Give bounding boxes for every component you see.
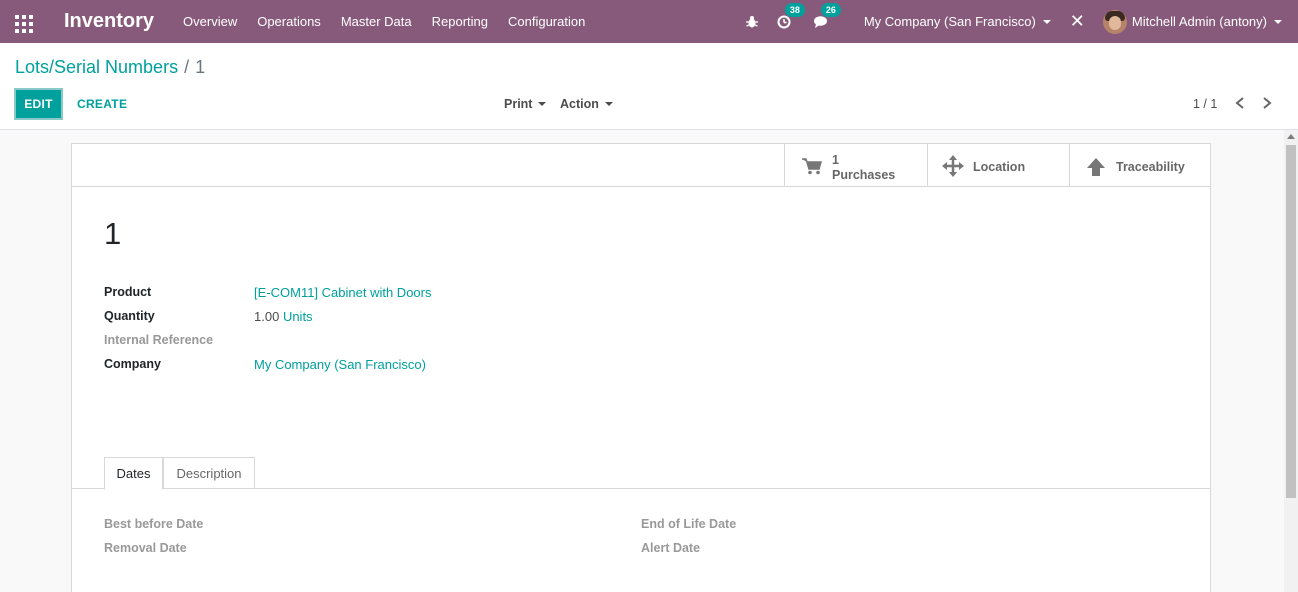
company-link[interactable]: My Company (San Francisco)	[254, 357, 426, 372]
company-switcher[interactable]: My Company (San Francisco)	[864, 14, 1051, 29]
avatar	[1102, 9, 1127, 34]
messaging-button[interactable]: 26	[813, 2, 841, 29]
breadcrumb: Lots/Serial Numbers /1	[15, 57, 205, 78]
print-label: Print	[504, 97, 533, 111]
menu-item-reporting[interactable]: Reporting	[432, 14, 488, 29]
main-menu: Overview Operations Master Data Reportin…	[183, 14, 605, 29]
traceability-label: Traceability	[1116, 160, 1185, 174]
product-label: Product	[104, 285, 152, 299]
top-navbar: Inventory Overview Operations Master Dat…	[0, 0, 1298, 43]
location-label: Location	[973, 160, 1026, 174]
record-title: 1	[104, 216, 122, 251]
end-of-life-date-label: End of Life Date	[641, 517, 737, 531]
quantity-value: 1.00	[254, 309, 280, 324]
menu-item-overview[interactable]: Overview	[183, 14, 237, 29]
user-name: Mitchell Admin (antony)	[1131, 14, 1267, 29]
product-link[interactable]: [E-COM11] Cabinet with Doors	[254, 285, 432, 300]
breadcrumb-current: 1	[195, 57, 206, 77]
company-name: My Company (San Francisco)	[863, 14, 1036, 29]
chevron-down-icon	[604, 102, 613, 106]
cart-icon	[802, 158, 822, 175]
scrollbar[interactable]	[1284, 130, 1298, 592]
activity-count-badge: 38	[784, 2, 805, 17]
form-sheet: 1 Purchases Location Traceability 1 Prod…	[71, 143, 1211, 592]
internal-reference-label: Internal Reference	[104, 333, 214, 347]
quantity-field: 1.00 Units	[254, 309, 313, 324]
tab-description[interactable]: Description	[163, 457, 255, 489]
activity-button[interactable]: 38	[777, 2, 805, 29]
chevron-down-icon	[1042, 19, 1051, 24]
apps-menu-icon[interactable]	[15, 14, 33, 33]
pager-value[interactable]: 1 / 1	[1193, 97, 1217, 111]
smart-button-box: 1 Purchases Location Traceability	[72, 144, 1210, 187]
message-count-badge: 26	[820, 2, 841, 17]
breadcrumb-parent-link[interactable]: Lots/Serial Numbers	[15, 57, 178, 77]
chevron-left-icon[interactable]	[1233, 95, 1247, 111]
close-icon[interactable]: ✕	[1070, 11, 1085, 32]
bug-icon[interactable]	[745, 15, 759, 29]
traceability-smart-button[interactable]: Traceability	[1069, 144, 1210, 187]
clock-icon	[777, 15, 791, 28]
uom-link[interactable]: Units	[283, 309, 313, 324]
breadcrumb-separator: /	[184, 57, 190, 77]
menu-item-configuration[interactable]: Configuration	[508, 14, 585, 29]
print-dropdown[interactable]: Print	[504, 97, 547, 111]
app-brand[interactable]: Inventory	[64, 10, 154, 33]
tab-dates[interactable]: Dates	[104, 457, 163, 490]
user-menu[interactable]: Mitchell Admin (antony)	[1102, 9, 1282, 34]
navbar-systray: 38 26 My Company (San Francisco) ✕ Mitch…	[745, 0, 1298, 43]
quantity-label: Quantity	[104, 309, 155, 323]
removal-date-label: Removal Date	[104, 541, 187, 555]
purchases-smart-button[interactable]: 1 Purchases	[784, 144, 927, 187]
move-arrows-icon	[942, 155, 964, 177]
action-dropdown[interactable]: Action	[560, 97, 613, 111]
chevron-down-icon	[538, 102, 547, 106]
alert-date-label: Alert Date	[641, 541, 701, 555]
scrollbar-thumb[interactable]	[1286, 145, 1296, 498]
chevron-down-icon	[1274, 19, 1282, 24]
notebook-tabs: Dates Description	[72, 456, 1210, 490]
best-before-date-label: Best before Date	[104, 517, 204, 531]
company-label: Company	[104, 357, 161, 371]
location-smart-button[interactable]: Location	[927, 144, 1069, 187]
action-label: Action	[560, 97, 599, 111]
menu-item-master-data[interactable]: Master Data	[341, 14, 412, 29]
purchases-count: 1	[832, 153, 839, 167]
scroll-up-icon[interactable]	[1287, 134, 1295, 139]
edit-button[interactable]: EDIT	[14, 88, 63, 120]
create-button[interactable]: CREATE	[77, 97, 127, 111]
purchases-label: Purchases	[832, 168, 896, 182]
control-panel: Lots/Serial Numbers/1 EDIT CREATE Print …	[0, 43, 1298, 130]
menu-item-operations[interactable]: Operations	[257, 14, 321, 29]
chevron-right-icon[interactable]	[1260, 95, 1274, 111]
arrow-up-icon	[1087, 158, 1105, 176]
chat-icon	[813, 15, 827, 28]
